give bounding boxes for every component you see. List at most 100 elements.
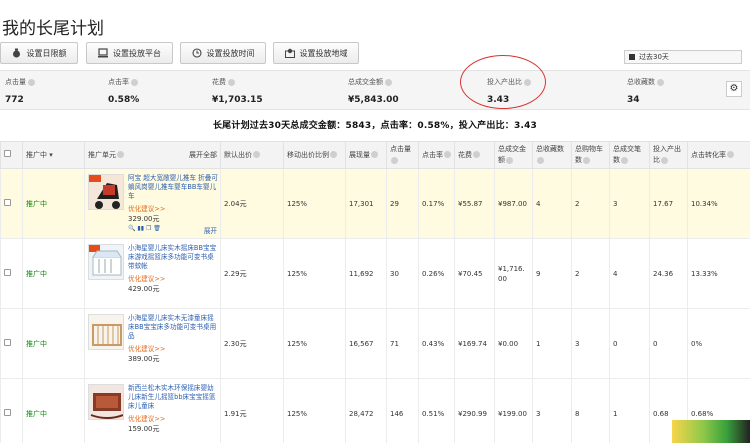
product-name-link[interactable]: 新西兰松木实木环保摇床婴幼儿床新生儿摇篮bb床宝宝摇篮床儿童床	[128, 384, 220, 411]
cell-roi: 24.36	[649, 238, 688, 309]
set-daily-limit-label: 设置日限额	[26, 48, 67, 58]
stat-label: 花费	[212, 78, 226, 86]
cell-ctr: 0.43%	[418, 308, 455, 379]
optimize-link[interactable]: 优化建议>>	[128, 273, 165, 283]
help-icon	[537, 156, 544, 164]
cell-roi: 17.67	[649, 168, 688, 239]
help-icon	[473, 151, 480, 158]
col-orders[interactable]: 总成交笔数	[609, 141, 650, 169]
calendar-icon	[629, 54, 635, 60]
chart-icon[interactable]: ▮▮	[137, 225, 144, 232]
col-cost[interactable]: 花费	[454, 141, 495, 169]
product-price: 329.00元	[128, 214, 160, 223]
cell-bid[interactable]: 2.29元	[220, 238, 284, 309]
row-tools: 🔍 ▮▮ ❐ 🗑	[128, 225, 161, 232]
row-status: 推广中	[22, 238, 85, 309]
money-bag-icon	[12, 48, 21, 58]
cell-bid[interactable]: 2.04元	[220, 168, 284, 239]
product-name-link[interactable]: 阿宝 超大宽敞婴儿推车 折叠可躺风岗婴儿推车婴车BB车婴儿车	[128, 174, 220, 201]
cell-mobile[interactable]: 125%	[283, 168, 346, 239]
help-icon[interactable]	[228, 78, 235, 86]
product-image[interactable]	[88, 313, 124, 350]
cell-mobile[interactable]: 125%	[283, 378, 346, 443]
cell-cost: ¥290.99	[454, 378, 495, 443]
expand-link[interactable]: 展开	[204, 225, 217, 235]
help-icon	[506, 156, 513, 164]
help-icon	[583, 156, 590, 164]
col-cart[interactable]: 总购物车数	[571, 141, 610, 169]
cell-clicks: 29	[386, 168, 419, 239]
help-icon[interactable]	[117, 151, 124, 158]
row-checkbox[interactable]	[0, 168, 23, 239]
row-unit: 小海星婴儿床实木无漆童床摇床BB宝宝床多功能可变书桌用品 优化建议>> 389.…	[84, 308, 221, 379]
optimize-link[interactable]: 优化建议>>	[128, 413, 165, 423]
help-icon	[391, 156, 398, 164]
select-all-checkbox[interactable]	[0, 141, 23, 169]
optimize-link[interactable]: 优化建议>>	[128, 203, 165, 213]
help-icon[interactable]	[657, 78, 664, 86]
trash-icon[interactable]: 🗑	[153, 225, 161, 232]
col-roi[interactable]: 投入产出比	[649, 141, 688, 169]
search-icon[interactable]: 🔍	[128, 225, 135, 232]
set-platform-button[interactable]: 设置投放平台	[86, 42, 173, 64]
row-checkbox[interactable]	[0, 378, 23, 443]
col-cvr[interactable]: 点击转化率	[687, 141, 750, 169]
help-icon[interactable]	[28, 78, 35, 86]
row-status: 推广中	[22, 168, 85, 239]
help-icon	[444, 151, 451, 158]
cell-impressions: 11,692	[345, 238, 387, 309]
cell-mobile[interactable]: 125%	[283, 308, 346, 379]
stat-value: ¥1,703.15	[212, 95, 263, 105]
cell-ctr: 0.17%	[418, 168, 455, 239]
cell-cost: ¥169.74	[454, 308, 495, 379]
stat-cost: 花费 ¥1,703.15	[212, 77, 263, 105]
product-name-link[interactable]: 小海星婴儿床实木无漆童床摇床BB宝宝床多功能可变书桌用品	[128, 314, 220, 341]
product-name-link[interactable]: 小海星婴儿床实木摇床BB宝宝床游戏摇篮床多功能可变书桌带蚊帐	[128, 244, 220, 271]
gear-icon[interactable]: ⚙	[726, 81, 742, 97]
col-impressions[interactable]: 展现量	[345, 141, 387, 169]
set-time-button[interactable]: 设置投放时间	[180, 42, 266, 64]
clock-icon	[191, 48, 202, 58]
cell-bid[interactable]: 2.30元	[220, 308, 284, 379]
copy-icon[interactable]: ❐	[146, 225, 151, 232]
col-ctr[interactable]: 点击率	[418, 141, 455, 169]
product-image[interactable]	[88, 173, 124, 210]
optimize-link[interactable]: 优化建议>>	[128, 343, 165, 353]
cell-orders: 3	[609, 168, 650, 239]
row-checkbox[interactable]	[0, 308, 23, 379]
cell-bid[interactable]: 1.91元	[220, 378, 284, 443]
help-icon[interactable]	[253, 151, 260, 158]
help-icon	[621, 156, 628, 164]
col-favorites[interactable]: 总收藏数	[532, 141, 572, 169]
row-unit: 小海星婴儿床实木摇床BB宝宝床游戏摇篮床多功能可变书桌带蚊帐 优化建议>> 42…	[84, 238, 221, 309]
row-status: 推广中	[22, 308, 85, 379]
stat-value: 0.58%	[108, 95, 140, 105]
table-row: 推广中 阿宝 超大宽敞婴儿推车 折叠可躺风岗婴儿推车婴车BB车婴儿车 优化建议>…	[0, 168, 750, 239]
col-status[interactable]: 推广中 ▾	[22, 141, 85, 169]
product-image[interactable]	[88, 243, 124, 280]
expand-all-link[interactable]: 展开全部	[189, 150, 217, 161]
col-clicks[interactable]: 点击量	[386, 141, 419, 169]
help-icon[interactable]	[385, 78, 392, 86]
row-checkbox[interactable]	[0, 238, 23, 309]
cell-cvr: 10.34%	[687, 168, 750, 239]
product-image[interactable]	[88, 383, 124, 420]
date-range-label: 过去30天	[639, 53, 669, 61]
product-price: 429.00元	[128, 284, 160, 293]
table-row: 推广中 新西兰松木实木环保摇床婴幼儿床新生儿摇篮bb床宝宝摇篮床儿童床 优化建议…	[0, 378, 750, 443]
cell-gmv: ¥1,716.00	[494, 238, 533, 309]
stat-label: 总收藏数	[627, 78, 655, 86]
cell-mobile[interactable]: 125%	[283, 238, 346, 309]
stat-label: 点击量	[5, 78, 26, 86]
stat-gmv: 总成交金额 ¥5,843.00	[348, 77, 399, 105]
set-daily-limit-button[interactable]: 设置日限额	[0, 42, 78, 64]
help-icon[interactable]	[131, 78, 138, 86]
help-icon[interactable]	[330, 151, 337, 158]
cell-cart: 8	[571, 378, 610, 443]
cell-impressions: 28,472	[345, 378, 387, 443]
cell-cost: ¥55.87	[454, 168, 495, 239]
date-range-select[interactable]: 过去30天	[624, 50, 742, 64]
cell-favorites: 9	[532, 238, 572, 309]
col-gmv[interactable]: 总成交金额	[494, 141, 533, 169]
set-region-button[interactable]: 设置投放地域	[273, 42, 359, 64]
